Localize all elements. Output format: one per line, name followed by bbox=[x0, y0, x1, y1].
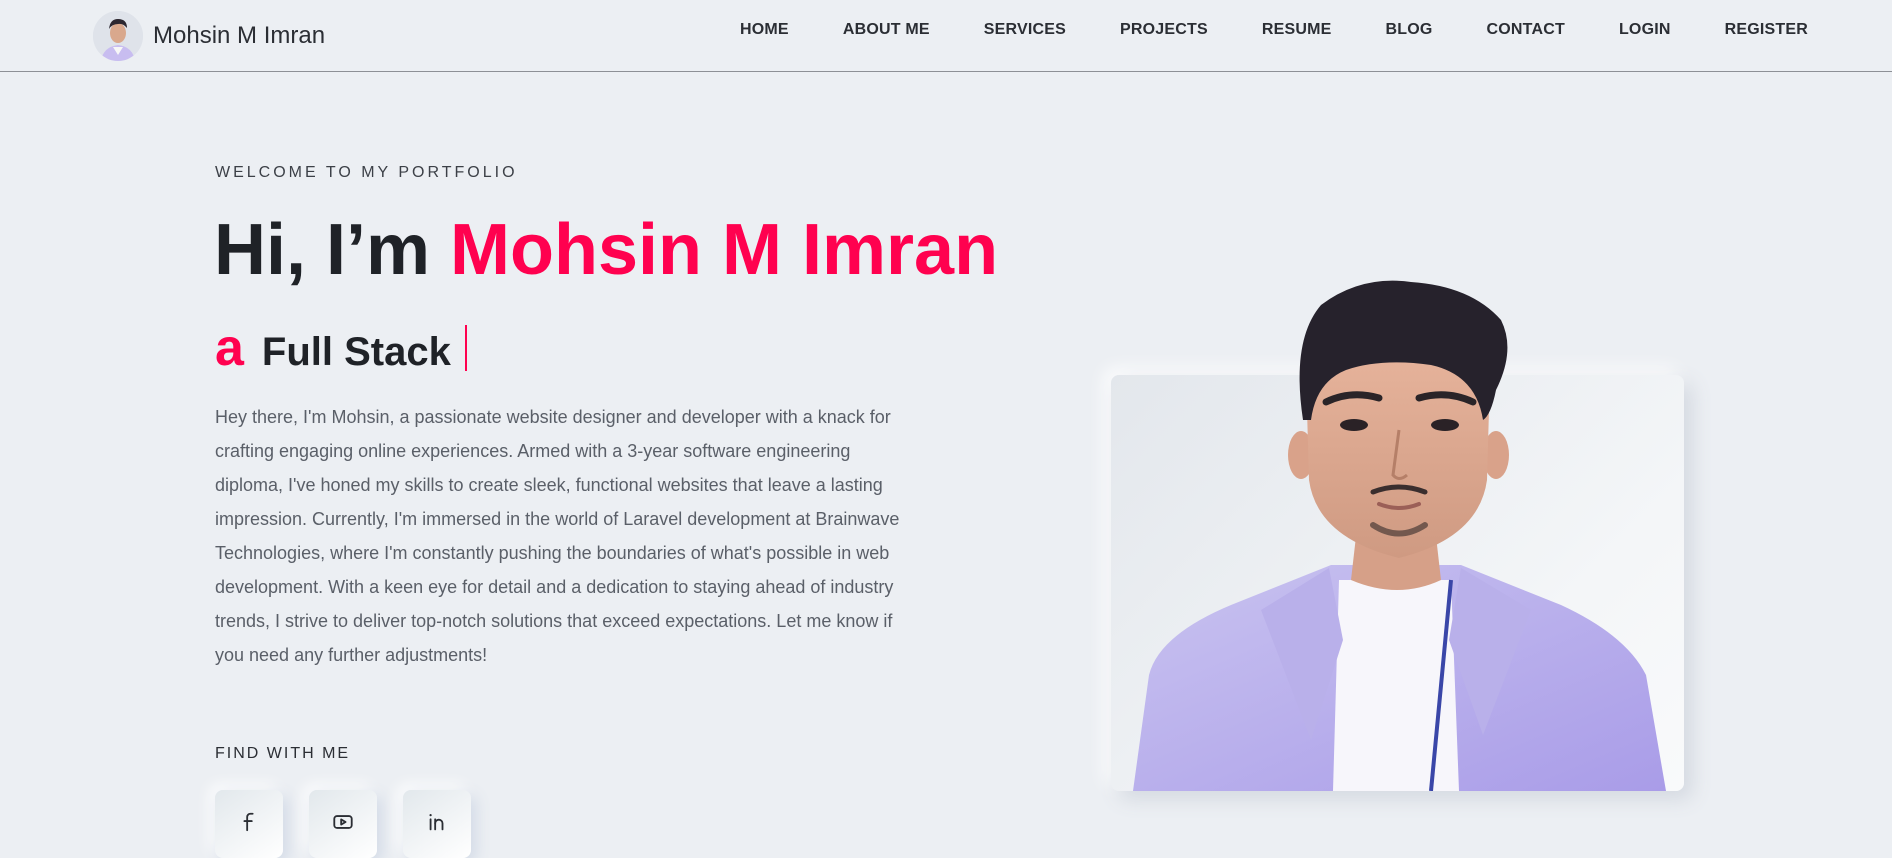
nav-register[interactable]: REGISTER bbox=[1725, 21, 1808, 39]
typed-role: Full Stack bbox=[261, 330, 451, 374]
youtube-button[interactable] bbox=[309, 790, 377, 858]
hero-bio: Hey there, I'm Mohsin, a passionate webs… bbox=[215, 407, 900, 665]
nav-about-me[interactable]: ABOUT ME bbox=[843, 21, 930, 39]
find-with-me-label: FIND WITH ME bbox=[215, 745, 351, 762]
nav-resume[interactable]: RESUME bbox=[1262, 21, 1332, 39]
nav-contact[interactable]: CONTACT bbox=[1487, 21, 1565, 39]
brand-avatar bbox=[93, 11, 143, 61]
linkedin-button[interactable] bbox=[403, 790, 471, 858]
typing-cursor bbox=[464, 325, 467, 371]
profile-portrait bbox=[1133, 280, 1666, 791]
linkedin-icon bbox=[425, 811, 449, 838]
typed-article: a bbox=[215, 319, 244, 377]
hero-greeting: Hi, I’m bbox=[214, 210, 451, 290]
site-header: Mohsin M Imran HOME ABOUT ME SERVICES PR… bbox=[0, 0, 1892, 72]
welcome-subtitle: WELCOME TO MY PORTFOLIO bbox=[215, 164, 518, 181]
nav-projects[interactable]: PROJECTS bbox=[1120, 21, 1208, 39]
social-links bbox=[215, 790, 497, 858]
hero-headline: Hi, I’m Mohsin M Imran bbox=[214, 210, 998, 290]
youtube-icon bbox=[331, 811, 355, 838]
nav-login[interactable]: LOGIN bbox=[1619, 21, 1671, 39]
hero-name: Mohsin M Imran bbox=[450, 210, 999, 290]
nav-services[interactable]: SERVICES bbox=[984, 21, 1066, 39]
main-nav: HOME ABOUT ME SERVICES PROJECTS RESUME B… bbox=[740, 0, 1808, 60]
facebook-icon bbox=[238, 811, 260, 838]
typed-role-line: a Full Stack bbox=[215, 318, 467, 378]
nav-home[interactable]: HOME bbox=[740, 21, 789, 39]
brand-name[interactable]: Mohsin M Imran bbox=[153, 22, 325, 50]
nav-blog[interactable]: BLOG bbox=[1385, 21, 1432, 39]
facebook-button[interactable] bbox=[215, 790, 283, 858]
brand[interactable]: Mohsin M Imran bbox=[93, 8, 325, 64]
